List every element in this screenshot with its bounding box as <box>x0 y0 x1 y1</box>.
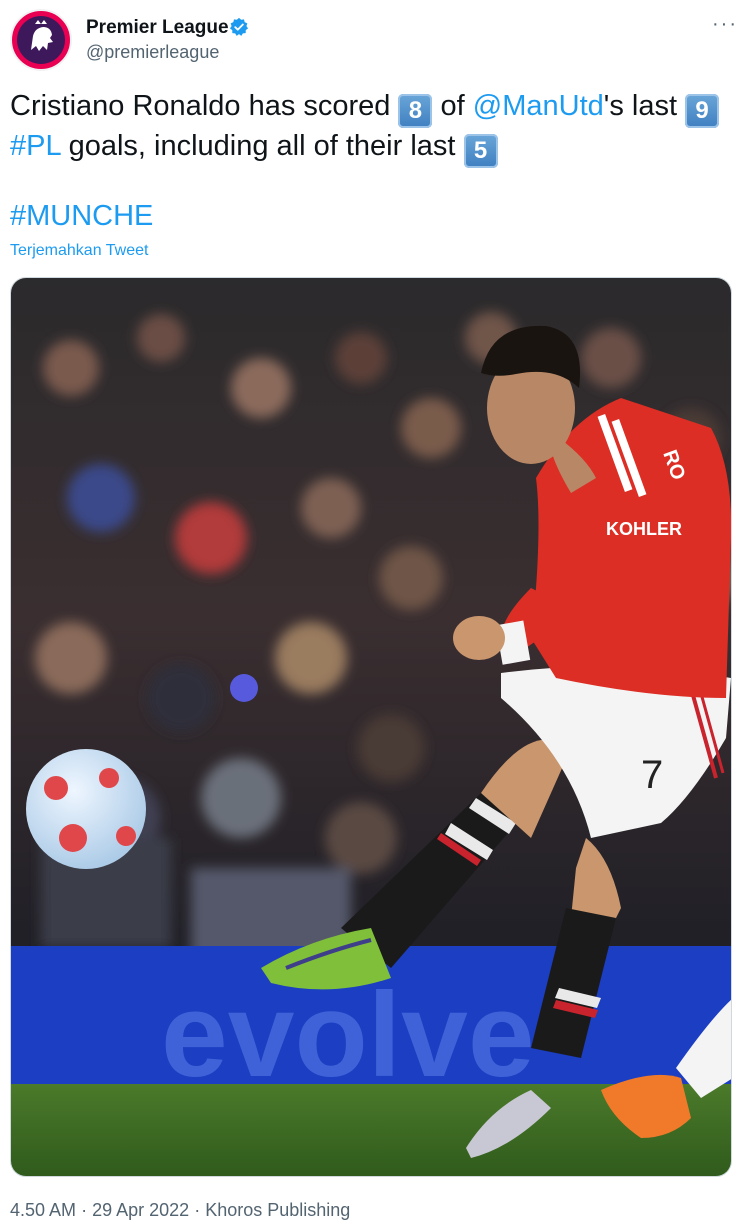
hashtag-pl-link[interactable]: #PL <box>10 130 61 162</box>
avatar[interactable] <box>10 9 72 71</box>
hashtag-munche-link[interactable]: #MUNCHE <box>10 200 153 233</box>
shirt-sponsor: KOHLER <box>606 519 682 539</box>
ad-board-text: evolve <box>161 968 535 1102</box>
fist <box>453 616 505 660</box>
football <box>26 749 146 869</box>
tweet-text-part: 's last <box>603 90 686 122</box>
tweet-text-part: Cristiano Ronaldo has scored <box>10 90 399 122</box>
shorts-number: 7 <box>641 753 663 797</box>
author-name[interactable]: Premier League <box>86 17 229 39</box>
tweet-time[interactable]: 4.50 AM <box>10 1200 76 1220</box>
keycap-8-emoji: 8 <box>398 94 433 128</box>
footer-separator: · <box>194 1200 201 1220</box>
tweet-text-part: of <box>432 90 473 122</box>
footer-separator: · <box>81 1200 88 1220</box>
mention-manutd-link[interactable]: @ManUtd <box>473 90 604 122</box>
author-handle[interactable]: @premierleague <box>86 42 219 63</box>
tweet-footer: 4.50 AM · 29 Apr 2022 · Khoros Publishin… <box>10 1200 350 1221</box>
blue-light <box>230 674 258 702</box>
tweet-text: Cristiano Ronaldo has scored 8 of @ManUt… <box>10 88 735 168</box>
tweet-header: Premier League @premierleague ··· <box>10 9 740 73</box>
keycap-5-emoji: 5 <box>463 134 498 168</box>
tweet-source[interactable]: Khoros Publishing <box>205 1200 350 1220</box>
tweet-date[interactable]: 29 Apr 2022 <box>92 1200 189 1220</box>
verified-badge-icon <box>229 17 249 36</box>
keycap-9-emoji: 9 <box>685 94 720 128</box>
tweet-photo[interactable]: evolve 7 KOHLER RO <box>10 277 732 1177</box>
tweet-text-part: goals, including all of their last <box>60 130 464 162</box>
translate-tweet-link[interactable]: Terjemahkan Tweet <box>10 242 148 260</box>
premier-league-lion-icon <box>17 16 65 64</box>
more-options-icon[interactable]: ··· <box>710 14 740 39</box>
